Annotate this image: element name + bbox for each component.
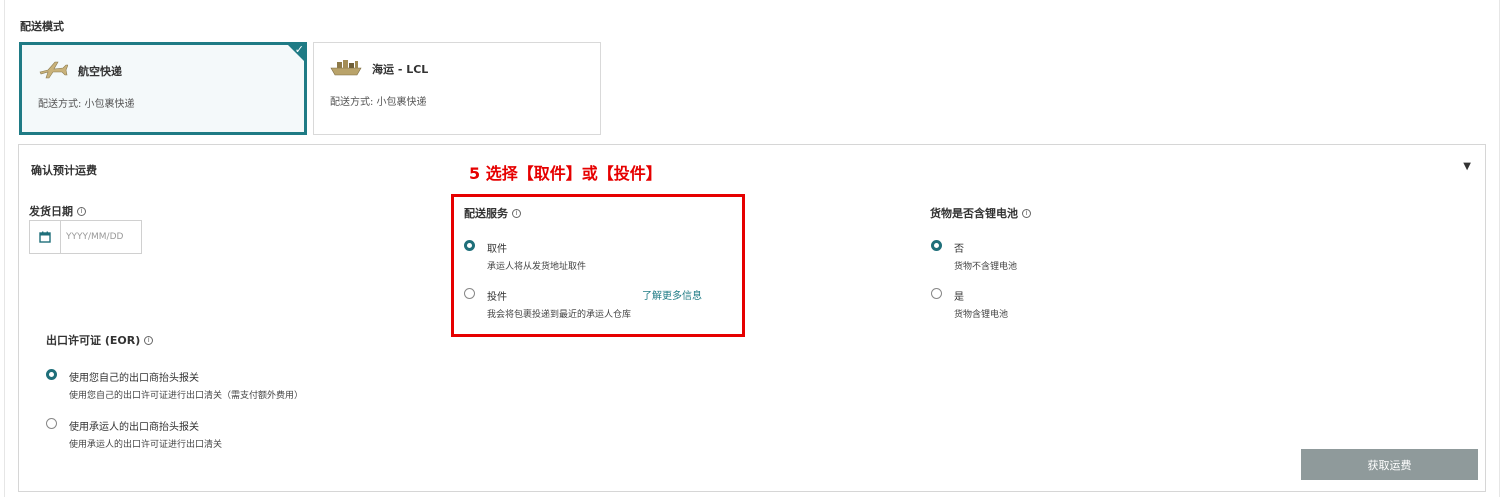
panel-title: 确认预计运费	[31, 164, 97, 177]
radio-battery-yes[interactable]	[931, 288, 942, 299]
mode-name: 海运 - LCL	[372, 63, 429, 76]
mode-card-air-express[interactable]: 航空快递 配送方式: 小包裹快递 ✓	[19, 42, 307, 135]
mode-name: 航空快递	[78, 65, 122, 78]
mode-desc: 配送方式: 小包裹快递	[38, 99, 135, 110]
airplane-icon	[38, 59, 69, 83]
option-desc: 使用您自己的出口许可证进行出口清关（需支付额外费用）	[69, 391, 304, 401]
radio-dropoff[interactable]	[464, 288, 475, 299]
radio-export-carrier[interactable]	[46, 418, 57, 429]
option-label: 否	[954, 244, 964, 255]
estimate-panel: 确认预计运费 ▼ 5 选择【取件】或【投件】 发货日期 i 配送服务 i 取件 …	[18, 144, 1486, 492]
option-label: 取件	[487, 244, 507, 255]
delivery-mode-title: 配送模式	[20, 20, 64, 33]
option-desc: 承运人将从发货地址取件	[487, 262, 587, 272]
option-desc: 货物含锂电池	[954, 310, 1009, 320]
ship-date-label: 发货日期 i	[29, 203, 86, 219]
export-option-carrier[interactable]: 使用承运人的出口商抬头报关 使用承运人的出口许可证进行出口清关	[46, 418, 222, 450]
battery-label: 货物是否含锂电池 i	[930, 205, 1031, 221]
export-option-own[interactable]: 使用您自己的出口商抬头报关 使用您自己的出口许可证进行出口清关（需支付额外费用）	[46, 369, 303, 401]
delivery-option-dropoff[interactable]: 投件 我会将包裹投递到最近的承运人仓库	[464, 288, 631, 320]
option-desc: 货物不含锂电池	[954, 262, 1018, 272]
info-icon[interactable]: i	[512, 208, 521, 218]
export-license-label: 出口许可证 (EOR) i	[46, 332, 154, 348]
battery-option-no[interactable]: 否 货物不含锂电池	[931, 240, 1017, 272]
info-icon[interactable]: i	[77, 206, 86, 216]
option-label: 是	[954, 292, 964, 303]
option-label: 使用承运人的出口商抬头报关	[69, 422, 199, 433]
info-icon[interactable]: i	[144, 335, 154, 345]
ship-date-field[interactable]	[29, 220, 142, 254]
learn-more-link[interactable]: 了解更多信息	[642, 287, 702, 302]
delivery-service-label-text: 配送服务	[464, 207, 508, 220]
mode-card-sea-lcl[interactable]: 海运 - LCL 配送方式: 小包裹快递	[313, 42, 601, 135]
delivery-service-label: 配送服务 i	[464, 205, 521, 221]
collapse-caret-icon[interactable]: ▼	[1463, 161, 1471, 172]
mode-desc: 配送方式: 小包裹快递	[330, 97, 427, 108]
ship-date-label-text: 发货日期	[29, 205, 73, 218]
option-desc: 我会将包裹投递到最近的承运人仓库	[487, 310, 632, 320]
delivery-option-pickup[interactable]: 取件 承运人将从发货地址取件	[464, 240, 586, 272]
get-quote-button[interactable]: 获取运费	[1301, 449, 1478, 480]
radio-battery-no[interactable]	[931, 240, 942, 251]
option-label: 投件	[487, 292, 507, 303]
battery-label-text: 货物是否含锂电池	[930, 207, 1018, 220]
radio-export-own[interactable]	[46, 369, 57, 380]
check-icon: ✓	[294, 43, 304, 56]
battery-option-yes[interactable]: 是 货物含锂电池	[931, 288, 1008, 320]
info-icon[interactable]: i	[1022, 208, 1031, 218]
ship-date-input[interactable]	[61, 221, 141, 253]
radio-pickup[interactable]	[464, 240, 475, 251]
export-license-label-text: 出口许可证 (EOR)	[46, 334, 141, 347]
annotation-text: 5 选择【取件】或【投件】	[469, 164, 662, 183]
calendar-icon[interactable]	[30, 221, 61, 253]
option-desc: 使用承运人的出口许可证进行出口清关	[69, 440, 223, 450]
option-label: 使用您自己的出口商抬头报关	[69, 373, 199, 384]
cargo-ship-icon	[330, 57, 362, 81]
